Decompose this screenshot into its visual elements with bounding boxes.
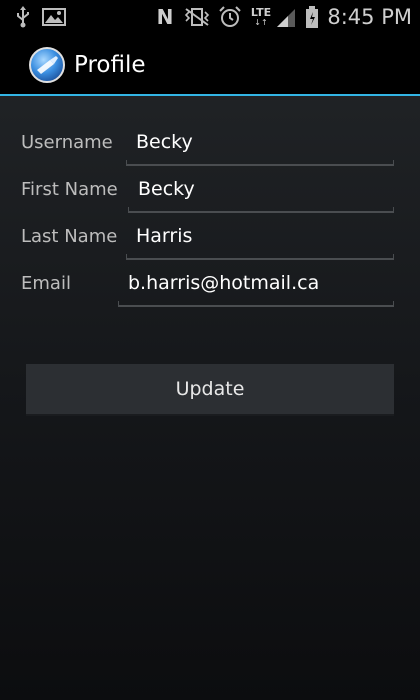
first-name-row: First Name [0,165,420,213]
image-icon [42,6,66,28]
email-row: Email [0,259,420,307]
username-label: Username [21,132,113,153]
username-row: Username [0,118,420,166]
alarm-icon [218,6,242,28]
username-field[interactable] [126,122,394,162]
app-logo-icon[interactable] [28,46,66,84]
last-name-field[interactable] [126,216,394,256]
first-name-label: First Name [21,179,118,200]
last-name-label: Last Name [21,226,118,247]
signal-icon [275,6,297,28]
action-bar: Profile [0,34,420,96]
email-underline [118,301,394,307]
update-button[interactable]: Update [26,364,394,416]
status-bar: N LTE ↓↑ 8:45 PM [0,0,420,34]
page-title: Profile [74,52,146,78]
vibrate-icon [184,6,210,28]
email-label: Email [21,273,71,294]
first-name-field[interactable] [128,169,394,209]
nfc-icon: N [156,5,174,29]
usb-icon [14,6,32,28]
lte-icon: LTE ↓↑ [250,6,272,27]
email-field[interactable] [118,263,394,303]
battery-icon [304,6,320,28]
status-time: 8:45 PM [327,5,412,29]
last-name-row: Last Name [0,212,420,260]
